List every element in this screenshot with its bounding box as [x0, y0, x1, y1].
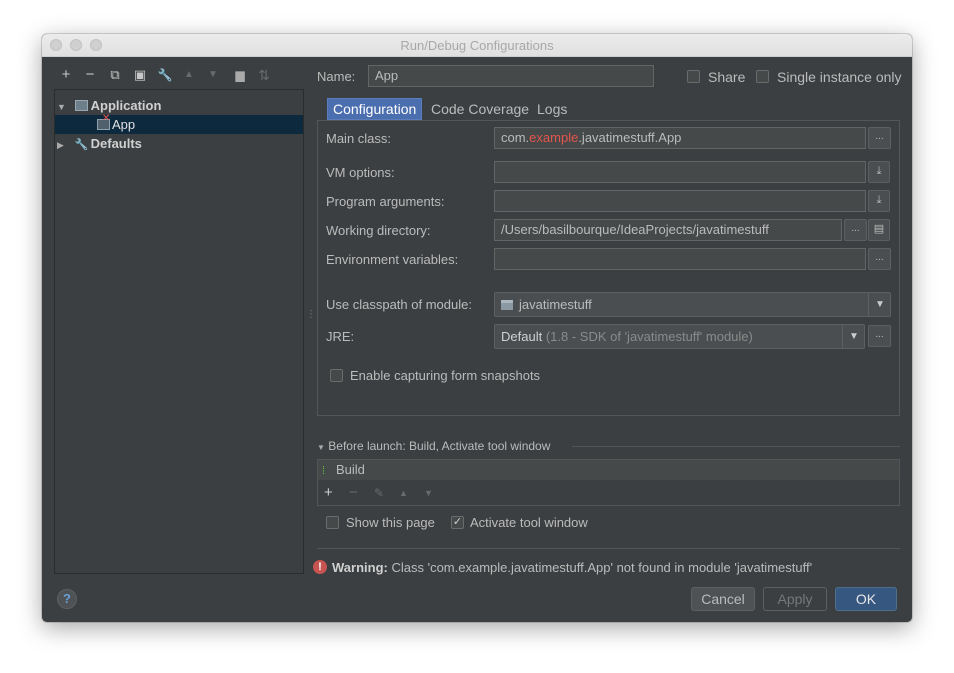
sort-icon[interactable]: ⇅ [256, 66, 272, 84]
jre-value: Default [501, 329, 543, 344]
show-this-page-label: Show this page [346, 515, 435, 530]
main-class-label: Main class: [326, 131, 392, 146]
tab-code-coverage[interactable]: Code Coverage [426, 98, 534, 120]
main-class-suffix: .javatimestuff.App [578, 130, 682, 145]
warning-message: Warning: Class 'com.example.javatimestuf… [332, 560, 812, 575]
application-config-icon: ✕ [97, 114, 110, 130]
environment-variables-browse-button[interactable]: ... [868, 248, 891, 270]
program-arguments-label: Program arguments: [326, 194, 445, 209]
expand-field-icon[interactable]: ⤓ [868, 161, 890, 183]
chevron-down-icon: ▼ [317, 443, 325, 452]
save-icon[interactable]: ▣ [131, 66, 149, 84]
tree-item-application-label: Application [90, 98, 162, 113]
window-title: Run/Debug Configurations [400, 38, 554, 53]
move-task-up-icon[interactable]: ▲ [399, 488, 408, 498]
working-directory-label: Working directory: [326, 223, 431, 238]
classpath-module-select[interactable]: javatimestuff ▼ [494, 292, 891, 317]
share-checkbox[interactable] [687, 70, 700, 83]
activate-tool-window-checkbox[interactable]: ✓ [451, 516, 464, 529]
main-class-prefix: com. [501, 130, 530, 145]
tree-item-app-label: App [112, 117, 136, 132]
error-icon: ! [313, 560, 327, 574]
cancel-button[interactable]: Cancel [691, 587, 755, 611]
build-icon: ⁞ [322, 465, 326, 477]
move-down-icon[interactable]: ▼ [206, 66, 220, 84]
splitter-handle[interactable]: ⋮ [306, 310, 316, 328]
move-up-icon[interactable]: ▲ [182, 66, 196, 84]
edit-task-icon[interactable]: ✎ [374, 486, 384, 500]
wrench-icon: 🔧 [74, 139, 89, 151]
environment-variables-input[interactable] [494, 248, 866, 270]
wrench-icon[interactable]: 🔧 [156, 66, 174, 84]
working-directory-browse-button[interactable]: ... [844, 219, 867, 241]
main-class-browse-button[interactable]: ... [868, 127, 891, 149]
working-directory-input[interactable]: /Users/basilbourque/IdeaProjects/javatim… [494, 219, 842, 241]
classpath-module-label: Use classpath of module: [326, 297, 472, 312]
chevron-down-icon[interactable]: ▼ [842, 325, 864, 348]
help-button[interactable]: ? [57, 589, 77, 609]
tab-configuration[interactable]: Configuration [327, 98, 423, 120]
tree-item-app[interactable]: ✕ App [55, 114, 303, 134]
title-bar: Run/Debug Configurations [42, 34, 912, 57]
name-input[interactable]: App [368, 65, 654, 87]
ok-button[interactable]: OK [835, 587, 897, 611]
warning-separator [317, 548, 900, 549]
copy-icon[interactable]: ⧉ [106, 66, 124, 84]
chevron-down-icon[interactable]: ▼ [868, 293, 890, 316]
main-class-unresolved-part: example [529, 130, 579, 145]
name-label: Name: [317, 69, 356, 84]
expand-field-icon[interactable]: ⤓ [868, 190, 890, 212]
move-task-down-icon[interactable]: ▼ [424, 488, 433, 498]
chevron-right-icon[interactable]: ▶ [57, 136, 71, 155]
folder-icon[interactable]: ▆ [232, 66, 248, 84]
single-instance-checkbox[interactable] [756, 70, 769, 83]
warning-prefix: Warning: [332, 560, 388, 575]
tree-item-defaults[interactable]: ▶ 🔧 Defaults [57, 134, 142, 153]
main-class-input[interactable]: com.example.javatimestuff.App [494, 127, 866, 149]
classpath-module-value: javatimestuff [519, 297, 592, 312]
build-task-label: Build [336, 462, 365, 477]
single-instance-label: Single instance only [777, 69, 902, 85]
macro-icon[interactable]: ▤ [868, 219, 890, 241]
jre-select[interactable]: Default (1.8 - SDK of 'javatimestuff' mo… [494, 324, 865, 349]
remove-task-icon[interactable]: − [349, 484, 358, 501]
warning-text: Class 'com.example.javatimestuff.App' no… [391, 560, 813, 575]
apply-button[interactable]: Apply [763, 587, 827, 611]
tab-logs[interactable]: Logs [532, 98, 572, 120]
list-item[interactable]: ⁞ Build [318, 460, 899, 480]
before-launch-header[interactable]: ▼ Before launch: Build, Activate tool wi… [317, 439, 550, 453]
jre-detail: (1.8 - SDK of 'javatimestuff' module) [545, 329, 753, 344]
before-launch-separator [572, 446, 900, 447]
enable-snapshots-checkbox[interactable] [330, 369, 343, 382]
add-task-icon[interactable]: + [324, 484, 333, 501]
enable-snapshots-label: Enable capturing form snapshots [350, 368, 541, 383]
application-icon [74, 100, 88, 111]
before-launch-title: Before launch: Build, Activate tool wind… [328, 439, 551, 453]
jre-label: JRE: [326, 329, 355, 344]
add-icon[interactable]: + [58, 66, 74, 84]
jre-browse-button[interactable]: ... [868, 325, 891, 347]
environment-variables-label: Environment variables: [326, 252, 459, 267]
remove-icon[interactable]: − [82, 66, 98, 84]
module-icon [501, 300, 513, 310]
configuration-tree: ▼ Application ✕ App ▶ 🔧 Defaults [54, 89, 304, 574]
show-this-page-checkbox[interactable] [326, 516, 339, 529]
activate-tool-window-label: Activate tool window [470, 515, 588, 530]
run-debug-configurations-dialog: Run/Debug Configurations + − ⧉ ▣ 🔧 ▲ ▼ ▆… [42, 34, 912, 622]
program-arguments-input[interactable] [494, 190, 866, 212]
tree-item-defaults-label: Defaults [90, 136, 142, 151]
share-label: Share [708, 69, 746, 85]
vm-options-label: VM options: [326, 165, 395, 180]
vm-options-input[interactable] [494, 161, 866, 183]
